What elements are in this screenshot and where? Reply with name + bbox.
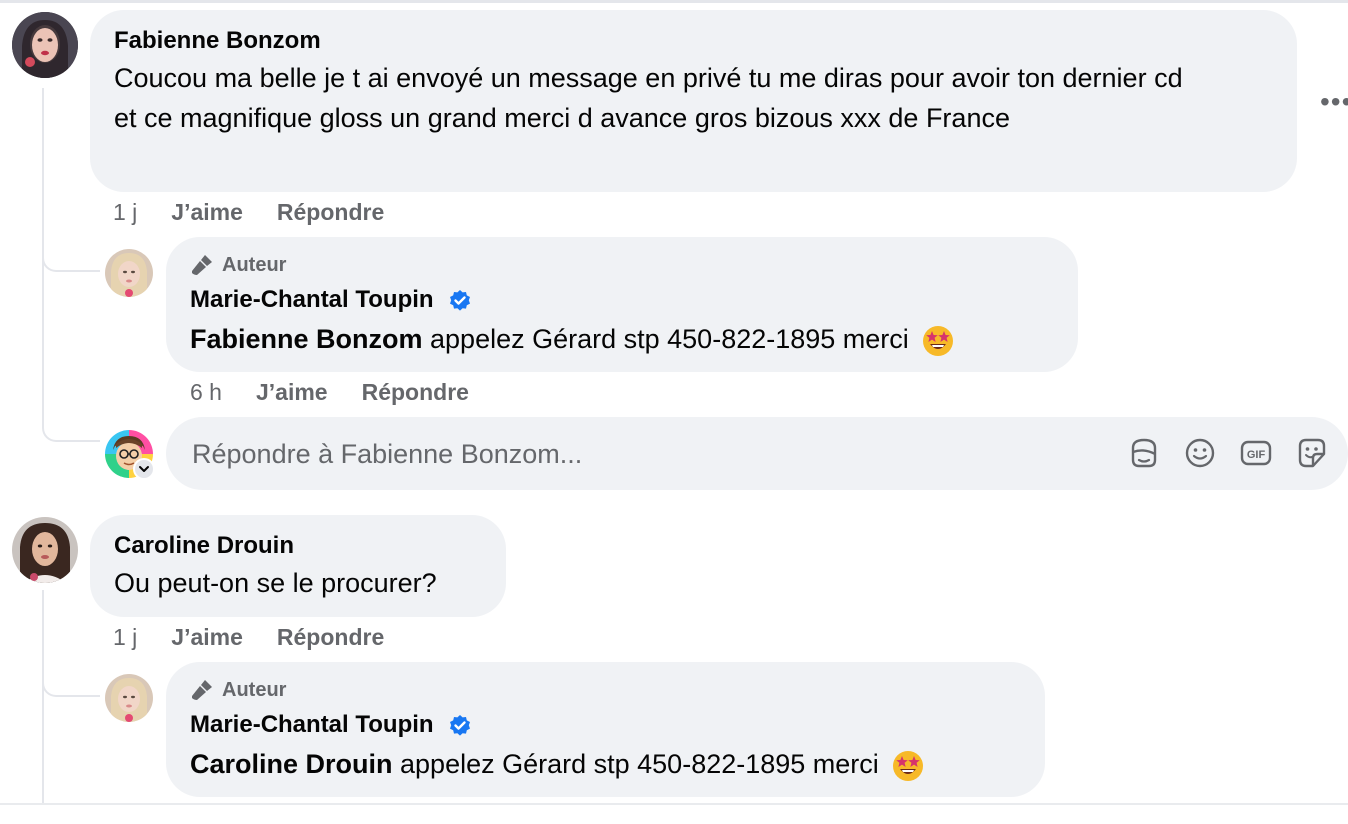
reply-bubble: Auteur Marie-Chantal Toupin Fabienne Bon… [166, 237, 1078, 372]
comment-timestamp[interactable]: 1 j [113, 199, 137, 226]
mention-link[interactable]: Caroline Drouin [190, 749, 393, 779]
author-badge: Auteur [190, 678, 286, 702]
reply-author[interactable]: Marie-Chantal Toupin [190, 285, 472, 315]
reply-message: appelez Gérard stp 450-822-1895 merci [422, 324, 909, 354]
avatar-sticker-icon[interactable] [1127, 436, 1161, 470]
comment-author[interactable]: Caroline Drouin [114, 531, 294, 561]
microphone-icon [192, 255, 212, 275]
bottom-divider [0, 803, 1348, 824]
comment-bubble: Caroline Drouin Ou peut-on se le procure… [90, 515, 506, 617]
avatar[interactable] [12, 517, 78, 583]
thread-line [42, 690, 44, 805]
comment-bubble: Fabienne Bonzom Coucou ma belle je t ai … [90, 10, 1297, 192]
mention-link[interactable]: Fabienne Bonzom [190, 324, 423, 354]
gif-icon[interactable]: GIF [1239, 436, 1273, 470]
like-button[interactable]: J’aime [171, 624, 243, 651]
reply-author-name[interactable]: Marie-Chantal Toupin [190, 286, 434, 313]
more-options-icon[interactable]: ••• [1320, 88, 1348, 116]
current-user-avatar[interactable] [105, 430, 155, 480]
reply-author[interactable]: Marie-Chantal Toupin [190, 710, 472, 740]
comment-actions: 1 j J’aime Répondre [113, 199, 384, 226]
reply-actions: 6 h J’aime Répondre [190, 379, 469, 406]
chevron-down-icon[interactable] [133, 458, 155, 480]
star-struck-emoji-icon [893, 750, 924, 781]
reply-bubble: Auteur Marie-Chantal Toupin Caroline Dro… [166, 662, 1045, 797]
author-badge-label: Auteur [222, 253, 287, 276]
verified-icon [450, 289, 471, 311]
reply-button[interactable]: Répondre [277, 624, 384, 651]
reply-input[interactable] [190, 431, 1094, 477]
reply-button[interactable]: Répondre [277, 199, 384, 226]
thread-connector [42, 230, 100, 272]
author-badge: Auteur [190, 253, 286, 277]
avatar[interactable] [105, 674, 153, 722]
like-button[interactable]: J’aime [256, 379, 328, 406]
comment-text: Coucou ma belle je t ai envoyé un messag… [114, 63, 1183, 133]
like-button[interactable]: J’aime [171, 199, 243, 226]
reply-button[interactable]: Répondre [362, 379, 469, 406]
avatar[interactable] [12, 12, 78, 78]
verified-icon [450, 714, 471, 736]
avatar[interactable] [105, 249, 153, 297]
comment-actions: 1 j J’aime Répondre [113, 624, 384, 651]
author-badge-label: Auteur [222, 678, 287, 701]
emoji-icon[interactable] [1183, 436, 1217, 470]
star-struck-emoji-icon [923, 325, 954, 356]
comment-timestamp[interactable]: 1 j [113, 624, 137, 651]
thread-connector [42, 655, 100, 697]
comment-text: Ou peut-on se le procurer? [114, 568, 437, 598]
comment-author[interactable]: Fabienne Bonzom [114, 26, 321, 56]
sticker-icon[interactable] [1295, 436, 1329, 470]
reply-text: Caroline Drouin appelez Gérard stp 450-8… [190, 744, 924, 784]
reply-author-name[interactable]: Marie-Chantal Toupin [190, 711, 434, 738]
thread-connector [42, 380, 100, 442]
svg-text:GIF: GIF [1247, 449, 1266, 461]
microphone-icon [192, 680, 212, 700]
reply-message: appelez Gérard stp 450-822-1895 merci [392, 749, 879, 779]
reply-text: Fabienne Bonzom appelez Gérard stp 450-8… [190, 319, 954, 359]
reply-composer: GIF [166, 417, 1348, 490]
top-divider [0, 0, 1348, 3]
reply-timestamp[interactable]: 6 h [190, 379, 222, 406]
